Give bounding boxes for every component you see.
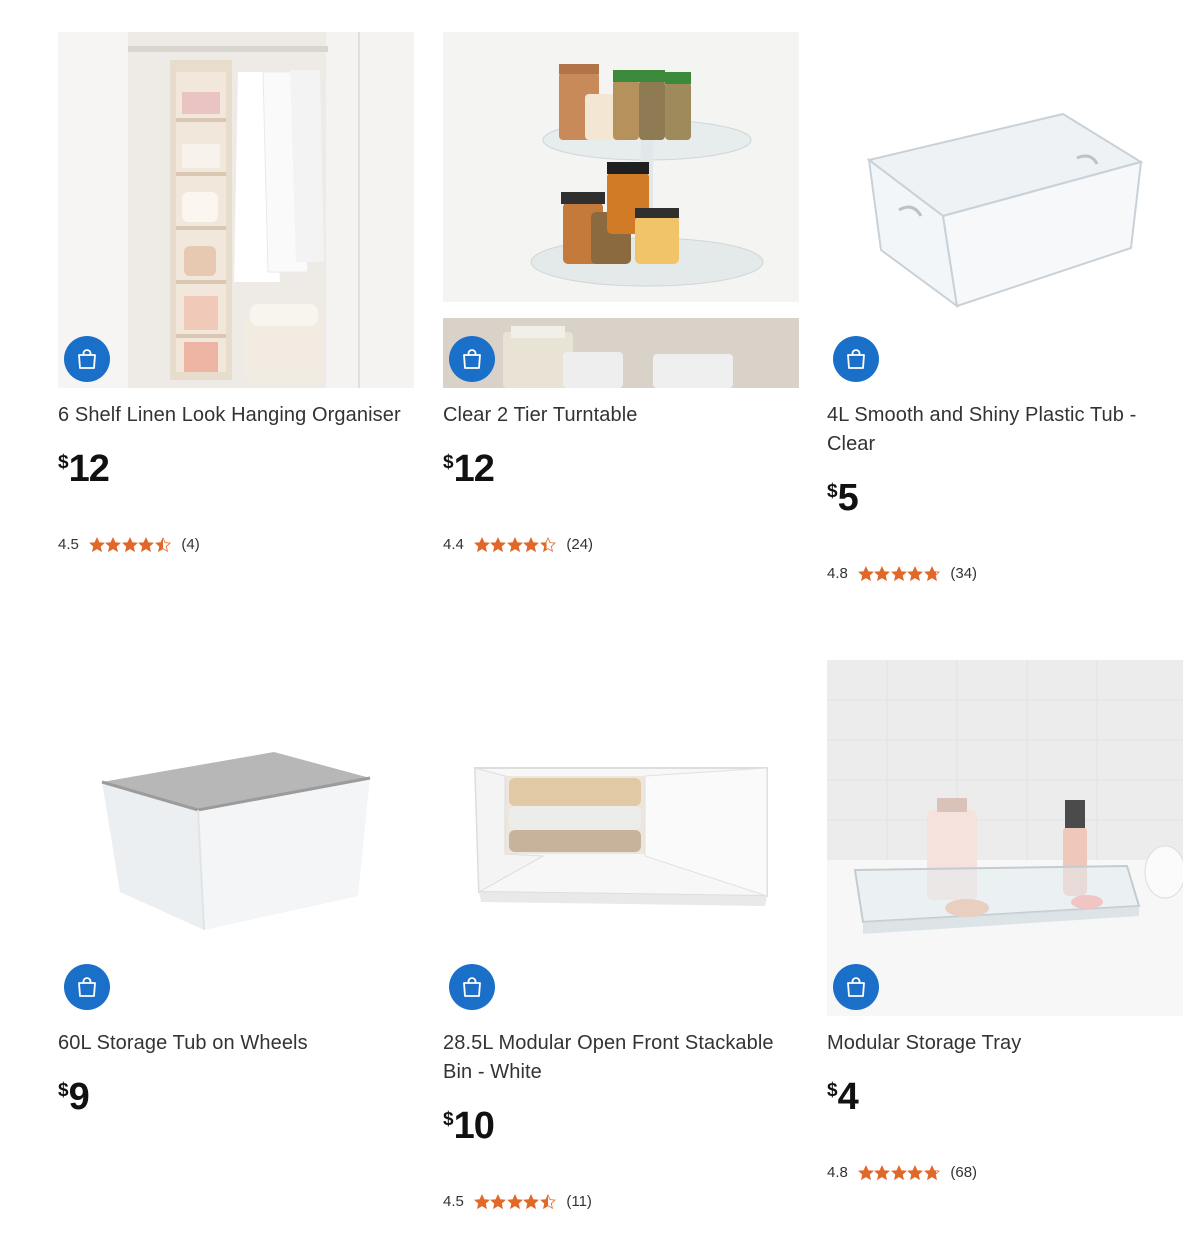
- product-rating[interactable]: 4.5 (11): [443, 1193, 799, 1210]
- star-icon: [857, 565, 874, 581]
- product-image[interactable]: [58, 32, 414, 388]
- add-to-cart-button[interactable]: [833, 336, 879, 382]
- star-rating: [857, 565, 941, 582]
- product-image[interactable]: [827, 32, 1183, 388]
- product-title[interactable]: 6 Shelf Linen Look Hanging Organiser: [58, 401, 414, 430]
- product-price: $ 5: [827, 479, 1183, 517]
- price-amount: 12: [68, 448, 110, 490]
- star-rating: [857, 1164, 941, 1181]
- price-amount: 12: [453, 448, 495, 490]
- star-icon: [523, 536, 540, 552]
- review-count: (24): [566, 536, 594, 553]
- star-icon: [874, 1164, 891, 1180]
- price-currency: $: [827, 481, 838, 502]
- storage-tray-image: [827, 660, 1183, 1016]
- star-rating: [473, 1193, 557, 1210]
- product-price: $ 12: [58, 450, 414, 488]
- shopping-bag-icon: [463, 977, 481, 997]
- product-price: $ 9: [58, 1078, 414, 1116]
- star-icon: [506, 1193, 523, 1209]
- rating-score: 4.5: [58, 536, 79, 553]
- product-rating[interactable]: 4.8 (68): [827, 1164, 1183, 1181]
- product-rating[interactable]: 4.5 (4): [58, 536, 414, 553]
- star-icon: [923, 565, 940, 581]
- price-amount: 4: [837, 1076, 859, 1118]
- star-icon: [907, 1164, 924, 1180]
- product-title[interactable]: 60L Storage Tub on Wheels: [58, 1029, 414, 1058]
- price-currency: $: [827, 1080, 838, 1101]
- product-title[interactable]: Clear 2 Tier Turntable: [443, 401, 799, 430]
- add-to-cart-button[interactable]: [64, 964, 110, 1010]
- product-title[interactable]: 28.5L Modular Open Front Stackable Bin -…: [443, 1029, 799, 1087]
- price-currency: $: [58, 1080, 69, 1101]
- product-image[interactable]: [443, 660, 799, 1016]
- star-icon: [138, 536, 155, 552]
- hanging-organiser-image: [58, 32, 414, 388]
- star-icon: [857, 1164, 874, 1180]
- product-price: $ 4: [827, 1078, 1183, 1116]
- review-count: (11): [566, 1193, 592, 1210]
- turntable-image: [443, 32, 799, 388]
- add-to-cart-button[interactable]: [833, 964, 879, 1010]
- plastic-tub-image: [827, 32, 1183, 388]
- product-card[interactable]: 6 Shelf Linen Look Hanging Organiser $ 1…: [58, 32, 414, 553]
- star-icon: [105, 536, 122, 552]
- add-to-cart-button[interactable]: [449, 964, 495, 1010]
- shopping-bag-icon: [847, 977, 865, 997]
- stackable-bin-image: [443, 660, 799, 1016]
- star-icon: [890, 1164, 907, 1180]
- rating-score: 4.5: [443, 1193, 464, 1210]
- star-icon: [473, 536, 490, 552]
- star-rating: [473, 536, 557, 553]
- storage-tub-image: [58, 660, 414, 1016]
- star-icon: [154, 536, 171, 552]
- star-icon: [473, 1193, 490, 1209]
- price-amount: 5: [837, 477, 859, 519]
- star-icon: [890, 565, 907, 581]
- star-icon: [490, 536, 507, 552]
- product-image[interactable]: [443, 32, 799, 388]
- star-icon: [523, 1193, 540, 1209]
- shopping-bag-icon: [78, 977, 96, 997]
- product-title[interactable]: Modular Storage Tray: [827, 1029, 1183, 1058]
- add-to-cart-button[interactable]: [449, 336, 495, 382]
- product-card[interactable]: 60L Storage Tub on Wheels $ 9: [58, 660, 414, 1116]
- review-count: (4): [181, 536, 200, 553]
- price-currency: $: [443, 452, 454, 473]
- product-price: $ 12: [443, 450, 799, 488]
- star-icon: [539, 1193, 556, 1209]
- product-image[interactable]: [58, 660, 414, 1016]
- product-card[interactable]: Clear 2 Tier Turntable $ 12 4.4 (24): [443, 32, 799, 553]
- product-card[interactable]: Modular Storage Tray $ 4 4.8 (68): [827, 660, 1183, 1181]
- product-card[interactable]: 4L Smooth and Shiny Plastic Tub - Clear …: [827, 32, 1183, 582]
- rating-score: 4.4: [443, 536, 464, 553]
- rating-score: 4.8: [827, 565, 848, 582]
- star-rating: [88, 536, 172, 553]
- price-currency: $: [443, 1109, 454, 1130]
- shopping-bag-icon: [78, 349, 96, 369]
- review-count: (68): [950, 1164, 978, 1181]
- product-image[interactable]: [827, 660, 1183, 1016]
- product-rating[interactable]: 4.8 (34): [827, 565, 1183, 582]
- product-rating[interactable]: 4.4 (24): [443, 536, 799, 553]
- shopping-bag-icon: [463, 349, 481, 369]
- rating-score: 4.8: [827, 1164, 848, 1181]
- product-price: $ 10: [443, 1107, 799, 1145]
- product-title[interactable]: 4L Smooth and Shiny Plastic Tub - Clear: [827, 401, 1183, 459]
- add-to-cart-button[interactable]: [64, 336, 110, 382]
- star-icon: [506, 536, 523, 552]
- review-count: (34): [950, 565, 978, 582]
- star-icon: [88, 536, 105, 552]
- price-currency: $: [58, 452, 69, 473]
- star-icon: [121, 536, 138, 552]
- star-icon: [923, 1164, 940, 1180]
- star-icon: [490, 1193, 507, 1209]
- price-amount: 9: [68, 1076, 90, 1118]
- star-icon: [874, 565, 891, 581]
- shopping-bag-icon: [847, 349, 865, 369]
- star-icon: [539, 536, 556, 552]
- product-card[interactable]: 28.5L Modular Open Front Stackable Bin -…: [443, 660, 799, 1210]
- price-amount: 10: [453, 1105, 495, 1147]
- star-icon: [907, 565, 924, 581]
